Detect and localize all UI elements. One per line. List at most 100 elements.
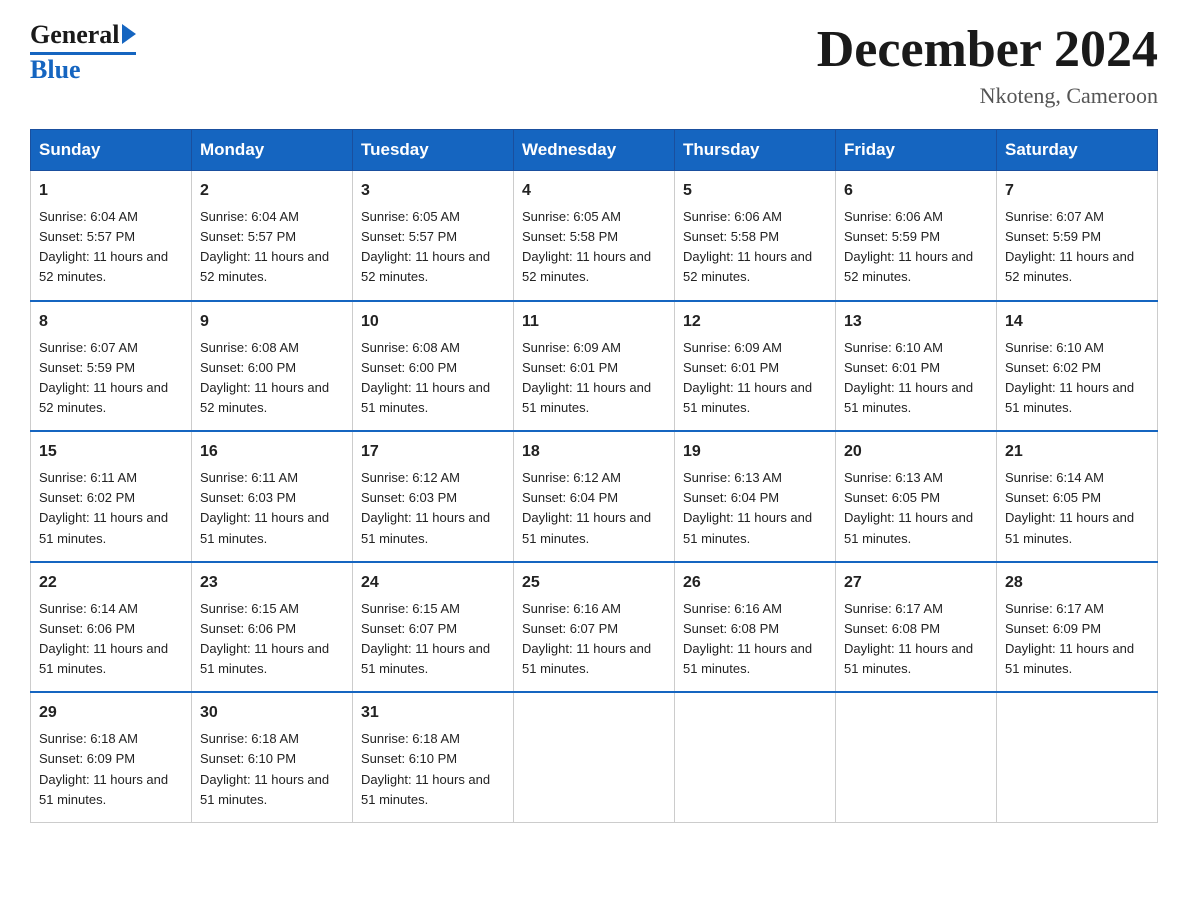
calendar-cell xyxy=(997,692,1158,822)
calendar-cell: 13 Sunrise: 6:10 AMSunset: 6:01 PMDayligh… xyxy=(836,301,997,432)
day-info: Sunrise: 6:04 AMSunset: 5:57 PMDaylight:… xyxy=(200,207,344,288)
day-info: Sunrise: 6:15 AMSunset: 6:07 PMDaylight:… xyxy=(361,599,505,680)
calendar-cell xyxy=(836,692,997,822)
day-info: Sunrise: 6:12 AMSunset: 6:03 PMDaylight:… xyxy=(361,468,505,549)
day-number: 17 xyxy=(361,440,505,464)
calendar-cell: 10Sunrise: 6:08 AMSunset: 6:00 PMDayligh… xyxy=(353,301,514,432)
calendar-header-sunday: Sunday xyxy=(31,130,192,171)
day-number: 2 xyxy=(200,179,344,203)
day-number: 21 xyxy=(1005,440,1149,464)
calendar-cell: 21 Sunrise: 6:14 AMSunset: 6:05 PMDayligh… xyxy=(997,431,1158,562)
calendar-week-row: 29 Sunrise: 6:18 AMSunset: 6:09 PMDayligh… xyxy=(31,692,1158,822)
day-info: Sunrise: 6:16 AMSunset: 6:07 PMDaylight:… xyxy=(522,599,666,680)
calendar-cell: 19 Sunrise: 6:13 AMSunset: 6:04 PMDayligh… xyxy=(675,431,836,562)
day-info: Sunrise: 6:07 AMSunset: 5:59 PMDaylight:… xyxy=(1005,207,1149,288)
day-number: 12 xyxy=(683,310,827,334)
calendar-cell: 15 Sunrise: 6:11 AMSunset: 6:02 PMDayligh… xyxy=(31,431,192,562)
calendar-cell: 29 Sunrise: 6:18 AMSunset: 6:09 PMDayligh… xyxy=(31,692,192,822)
day-number: 20 xyxy=(844,440,988,464)
calendar-cell: 28 Sunrise: 6:17 AMSunset: 6:09 PMDayligh… xyxy=(997,562,1158,693)
logo-blue: Blue xyxy=(30,55,81,85)
calendar-table: SundayMondayTuesdayWednesdayThursdayFrid… xyxy=(30,129,1158,823)
calendar-header-monday: Monday xyxy=(192,130,353,171)
month-title: December 2024 xyxy=(817,20,1158,79)
page-header: General Blue December 2024 Nkoteng, Came… xyxy=(30,20,1158,109)
logo-general: General xyxy=(30,20,120,50)
logo-triangle-icon xyxy=(122,24,136,44)
calendar-cell: 14 Sunrise: 6:10 AMSunset: 6:02 PMDayligh… xyxy=(997,301,1158,432)
calendar-cell: 31 Sunrise: 6:18 AMSunset: 6:10 PMDayligh… xyxy=(353,692,514,822)
day-number: 7 xyxy=(1005,179,1149,203)
day-info: Sunrise: 6:17 AMSunset: 6:09 PMDaylight:… xyxy=(1005,599,1149,680)
calendar-header-row: SundayMondayTuesdayWednesdayThursdayFrid… xyxy=(31,130,1158,171)
day-number: 13 xyxy=(844,310,988,334)
calendar-cell: 8 Sunrise: 6:07 AMSunset: 5:59 PMDaylight… xyxy=(31,301,192,432)
location: Nkoteng, Cameroon xyxy=(817,83,1158,109)
day-number: 5 xyxy=(683,179,827,203)
day-info: Sunrise: 6:14 AMSunset: 6:05 PMDaylight:… xyxy=(1005,468,1149,549)
calendar-cell: 16Sunrise: 6:11 AMSunset: 6:03 PMDayligh… xyxy=(192,431,353,562)
day-number: 28 xyxy=(1005,571,1149,595)
day-info: Sunrise: 6:04 AMSunset: 5:57 PMDaylight:… xyxy=(39,207,183,288)
calendar-cell: 26 Sunrise: 6:16 AMSunset: 6:08 PMDayligh… xyxy=(675,562,836,693)
day-number: 11 xyxy=(522,310,666,334)
day-number: 23 xyxy=(200,571,344,595)
calendar-header-wednesday: Wednesday xyxy=(514,130,675,171)
calendar-cell xyxy=(675,692,836,822)
title-area: December 2024 Nkoteng, Cameroon xyxy=(817,20,1158,109)
day-number: 3 xyxy=(361,179,505,203)
day-number: 26 xyxy=(683,571,827,595)
day-info: Sunrise: 6:13 AMSunset: 6:04 PMDaylight:… xyxy=(683,468,827,549)
day-info: Sunrise: 6:10 AMSunset: 6:01 PMDaylight:… xyxy=(844,338,988,419)
day-number: 6 xyxy=(844,179,988,203)
day-info: Sunrise: 6:18 AMSunset: 6:09 PMDaylight:… xyxy=(39,729,183,810)
day-number: 30 xyxy=(200,701,344,725)
calendar-week-row: 8 Sunrise: 6:07 AMSunset: 5:59 PMDaylight… xyxy=(31,301,1158,432)
calendar-cell: 30 Sunrise: 6:18 AMSunset: 6:10 PMDayligh… xyxy=(192,692,353,822)
day-info: Sunrise: 6:08 AMSunset: 6:00 PMDaylight:… xyxy=(200,338,344,419)
day-info: Sunrise: 6:11 AMSunset: 6:02 PMDaylight:… xyxy=(39,468,183,549)
day-number: 31 xyxy=(361,701,505,725)
calendar-cell: 22Sunrise: 6:14 AMSunset: 6:06 PMDayligh… xyxy=(31,562,192,693)
calendar-cell: 11 Sunrise: 6:09 AMSunset: 6:01 PMDayligh… xyxy=(514,301,675,432)
day-info: Sunrise: 6:06 AMSunset: 5:58 PMDaylight:… xyxy=(683,207,827,288)
calendar-cell: 1Sunrise: 6:04 AMSunset: 5:57 PMDaylight… xyxy=(31,171,192,301)
day-info: Sunrise: 6:07 AMSunset: 5:59 PMDaylight:… xyxy=(39,338,183,419)
day-number: 19 xyxy=(683,440,827,464)
day-info: Sunrise: 6:05 AMSunset: 5:57 PMDaylight:… xyxy=(361,207,505,288)
day-number: 29 xyxy=(39,701,183,725)
calendar-cell: 3 Sunrise: 6:05 AMSunset: 5:57 PMDaylight… xyxy=(353,171,514,301)
day-info: Sunrise: 6:10 AMSunset: 6:02 PMDaylight:… xyxy=(1005,338,1149,419)
day-number: 15 xyxy=(39,440,183,464)
day-number: 14 xyxy=(1005,310,1149,334)
day-number: 8 xyxy=(39,310,183,334)
calendar-week-row: 15 Sunrise: 6:11 AMSunset: 6:02 PMDayligh… xyxy=(31,431,1158,562)
day-info: Sunrise: 6:12 AMSunset: 6:04 PMDaylight:… xyxy=(522,468,666,549)
day-info: Sunrise: 6:18 AMSunset: 6:10 PMDaylight:… xyxy=(200,729,344,810)
day-number: 22 xyxy=(39,571,183,595)
day-number: 9 xyxy=(200,310,344,334)
calendar-cell: 27Sunrise: 6:17 AMSunset: 6:08 PMDayligh… xyxy=(836,562,997,693)
calendar-cell: 23Sunrise: 6:15 AMSunset: 6:06 PMDayligh… xyxy=(192,562,353,693)
day-info: Sunrise: 6:06 AMSunset: 5:59 PMDaylight:… xyxy=(844,207,988,288)
day-info: Sunrise: 6:09 AMSunset: 6:01 PMDaylight:… xyxy=(522,338,666,419)
day-number: 24 xyxy=(361,571,505,595)
day-number: 10 xyxy=(361,310,505,334)
day-info: Sunrise: 6:17 AMSunset: 6:08 PMDaylight:… xyxy=(844,599,988,680)
calendar-cell: 25 Sunrise: 6:16 AMSunset: 6:07 PMDayligh… xyxy=(514,562,675,693)
logo: General Blue xyxy=(30,20,136,85)
day-info: Sunrise: 6:09 AMSunset: 6:01 PMDaylight:… xyxy=(683,338,827,419)
calendar-header-friday: Friday xyxy=(836,130,997,171)
day-info: Sunrise: 6:13 AMSunset: 6:05 PMDaylight:… xyxy=(844,468,988,549)
day-number: 25 xyxy=(522,571,666,595)
calendar-cell: 9 Sunrise: 6:08 AMSunset: 6:00 PMDaylight… xyxy=(192,301,353,432)
calendar-cell xyxy=(514,692,675,822)
calendar-cell: 7 Sunrise: 6:07 AMSunset: 5:59 PMDaylight… xyxy=(997,171,1158,301)
day-info: Sunrise: 6:18 AMSunset: 6:10 PMDaylight:… xyxy=(361,729,505,810)
day-number: 16 xyxy=(200,440,344,464)
calendar-cell: 6 Sunrise: 6:06 AMSunset: 5:59 PMDaylight… xyxy=(836,171,997,301)
day-info: Sunrise: 6:05 AMSunset: 5:58 PMDaylight:… xyxy=(522,207,666,288)
calendar-cell: 12 Sunrise: 6:09 AMSunset: 6:01 PMDayligh… xyxy=(675,301,836,432)
day-info: Sunrise: 6:16 AMSunset: 6:08 PMDaylight:… xyxy=(683,599,827,680)
calendar-header-thursday: Thursday xyxy=(675,130,836,171)
